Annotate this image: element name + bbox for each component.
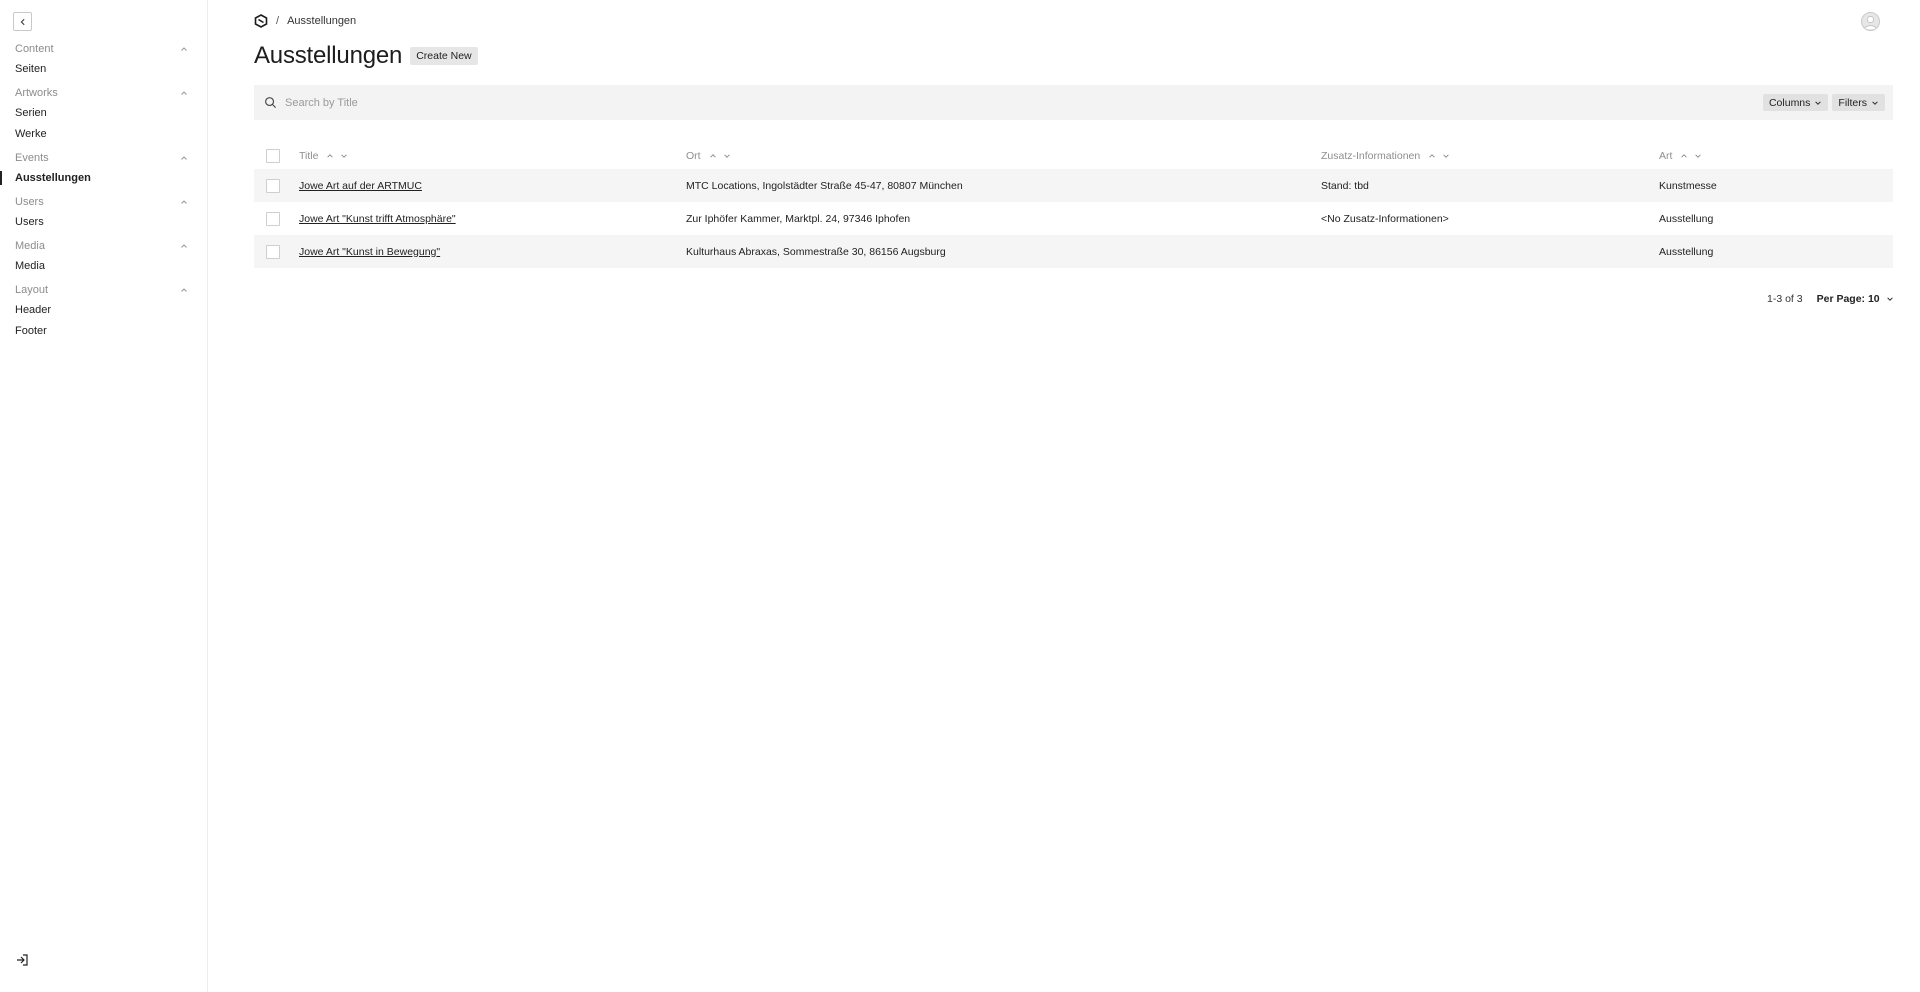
cell-ort: MTC Locations, Ingolstädter Straße 45-47… — [686, 179, 963, 192]
sort-controls — [1680, 152, 1702, 160]
nav-group-media: Media Media — [0, 236, 207, 276]
chevron-down-icon — [1443, 153, 1449, 158]
cell-art: Kunstmesse — [1659, 179, 1717, 192]
data-table: Title Ort Zusatz-Informationen Art Jowe … — [254, 142, 1893, 268]
sort-desc-button[interactable] — [1694, 152, 1702, 160]
sidebar-item-header[interactable]: Header — [0, 300, 207, 320]
sort-desc-button[interactable] — [723, 152, 731, 160]
chevron-up-icon — [181, 47, 187, 51]
sort-desc-button[interactable] — [340, 152, 348, 160]
chevron-up-icon — [181, 288, 187, 292]
search-input[interactable] — [285, 96, 1759, 109]
page-range: 1-3 of 3 — [1767, 293, 1803, 305]
nav-group-users: Users Users — [0, 192, 207, 232]
chevron-up-icon — [1681, 153, 1688, 158]
nav-group-header-artworks[interactable]: Artworks — [0, 83, 207, 103]
chevron-up-icon — [181, 200, 187, 204]
chevron-up-icon — [709, 153, 716, 158]
per-page-select[interactable]: Per Page: 10 — [1817, 293, 1894, 305]
cell-zusatz: <No Zusatz-Informationen> — [1321, 212, 1449, 225]
select-all-checkbox[interactable] — [266, 148, 280, 163]
sort-controls — [326, 152, 348, 160]
pagination: 1-3 of 3 Per Page: 10 — [1767, 293, 1894, 305]
sidebar-item-users[interactable]: Users — [0, 212, 207, 232]
cell-ort: Kulturhaus Abraxas, Sommestraße 30, 8615… — [686, 245, 946, 258]
chevron-down-icon — [1886, 297, 1893, 301]
column-header-art: Art — [1659, 150, 1893, 162]
logout-icon — [17, 954, 28, 966]
home-link[interactable] — [254, 14, 268, 28]
sort-controls — [1428, 152, 1450, 160]
row-checkbox[interactable] — [266, 178, 280, 193]
sidebar-item-seiten[interactable]: Seiten — [0, 59, 207, 79]
sidebar-item-footer[interactable]: Footer — [0, 321, 207, 341]
nav-group-layout: Layout Header Footer — [0, 280, 207, 341]
chevron-up-icon — [181, 91, 187, 95]
account-avatar[interactable] — [1861, 12, 1880, 31]
sort-asc-button[interactable] — [1680, 152, 1688, 160]
columns-button[interactable]: Columns — [1762, 94, 1829, 111]
nav-group-artworks: Artworks Serien Werke — [0, 83, 207, 144]
sidebar-item-media[interactable]: Media — [0, 256, 207, 276]
chevron-up-icon — [181, 156, 187, 160]
sidebar-nav: Content Seiten Artworks Serien Werke Eve… — [0, 39, 207, 342]
nav-group-events: Events Ausstellungen — [0, 148, 207, 188]
row-title-link[interactable]: Jowe Art "Kunst trifft Atmosphäre" — [299, 213, 456, 225]
sidebar: Content Seiten Artworks Serien Werke Eve… — [0, 0, 208, 992]
cell-zusatz: Stand: tbd — [1321, 179, 1369, 192]
chevron-down-icon — [341, 153, 348, 158]
filters-button[interactable]: Filters — [1832, 94, 1885, 111]
nav-group-header-content[interactable]: Content — [0, 39, 207, 59]
sidebar-item-ausstellungen[interactable]: Ausstellungen — [0, 168, 207, 188]
cell-art: Ausstellung — [1659, 212, 1714, 225]
user-icon — [1864, 15, 1877, 30]
chevron-down-icon — [1695, 153, 1702, 158]
sort-controls — [709, 152, 731, 160]
chevron-left-icon — [20, 18, 25, 25]
table-row: Jowe Art "Kunst in Bewegung" Kulturhaus … — [254, 235, 1893, 268]
sort-asc-button[interactable] — [709, 152, 717, 160]
breadcrumb: / Ausstellungen — [254, 12, 356, 30]
column-header-title: Title — [299, 150, 686, 162]
table-header: Title Ort Zusatz-Informationen Art — [254, 142, 1893, 169]
chevron-down-icon — [1815, 100, 1822, 105]
sort-desc-button[interactable] — [1442, 152, 1450, 160]
sidebar-item-serien[interactable]: Serien — [0, 103, 207, 123]
logout-button[interactable] — [15, 953, 29, 967]
chevron-up-icon — [327, 153, 334, 158]
nav-group-header-media[interactable]: Media — [0, 236, 207, 256]
table-row: Jowe Art auf der ARTMUC MTC Locations, I… — [254, 169, 1893, 202]
main-content: / Ausstellungen Ausstellungen Create New… — [208, 0, 1920, 992]
row-checkbox[interactable] — [266, 211, 280, 226]
sort-asc-button[interactable] — [1428, 152, 1436, 160]
collapse-sidebar-button[interactable] — [13, 12, 32, 31]
logo-icon — [254, 14, 268, 28]
page-title: Ausstellungen — [254, 42, 403, 69]
sort-asc-button[interactable] — [326, 152, 334, 160]
chevron-down-icon — [1872, 100, 1878, 105]
column-header-ort: Ort — [686, 150, 1321, 162]
row-title-link[interactable]: Jowe Art auf der ARTMUC — [299, 180, 422, 192]
nav-group-header-users[interactable]: Users — [0, 192, 207, 212]
row-checkbox[interactable] — [266, 244, 280, 259]
nav-group-header-layout[interactable]: Layout — [0, 280, 207, 300]
row-title-link[interactable]: Jowe Art "Kunst in Bewegung" — [299, 246, 440, 258]
chevron-up-icon — [181, 244, 187, 248]
page-header: Ausstellungen Create New — [254, 42, 478, 70]
cell-ort: Zur Iphöfer Kammer, Marktpl. 24, 97346 I… — [686, 212, 911, 225]
list-controls: Columns Filters — [254, 85, 1893, 120]
nav-group-header-events[interactable]: Events — [0, 148, 207, 168]
breadcrumb-separator: / — [276, 15, 280, 27]
cell-art: Ausstellung — [1659, 245, 1714, 258]
create-new-button[interactable]: Create New — [410, 47, 478, 65]
breadcrumb-current: Ausstellungen — [287, 15, 357, 27]
chevron-up-icon — [1429, 153, 1435, 158]
nav-group-content: Content Seiten — [0, 39, 207, 79]
chevron-down-icon — [723, 153, 730, 158]
search-icon — [265, 97, 277, 109]
table-row: Jowe Art "Kunst trifft Atmosphäre" Zur I… — [254, 202, 1893, 235]
column-header-zusatz: Zusatz-Informationen — [1321, 150, 1659, 162]
sidebar-item-werke[interactable]: Werke — [0, 124, 207, 144]
